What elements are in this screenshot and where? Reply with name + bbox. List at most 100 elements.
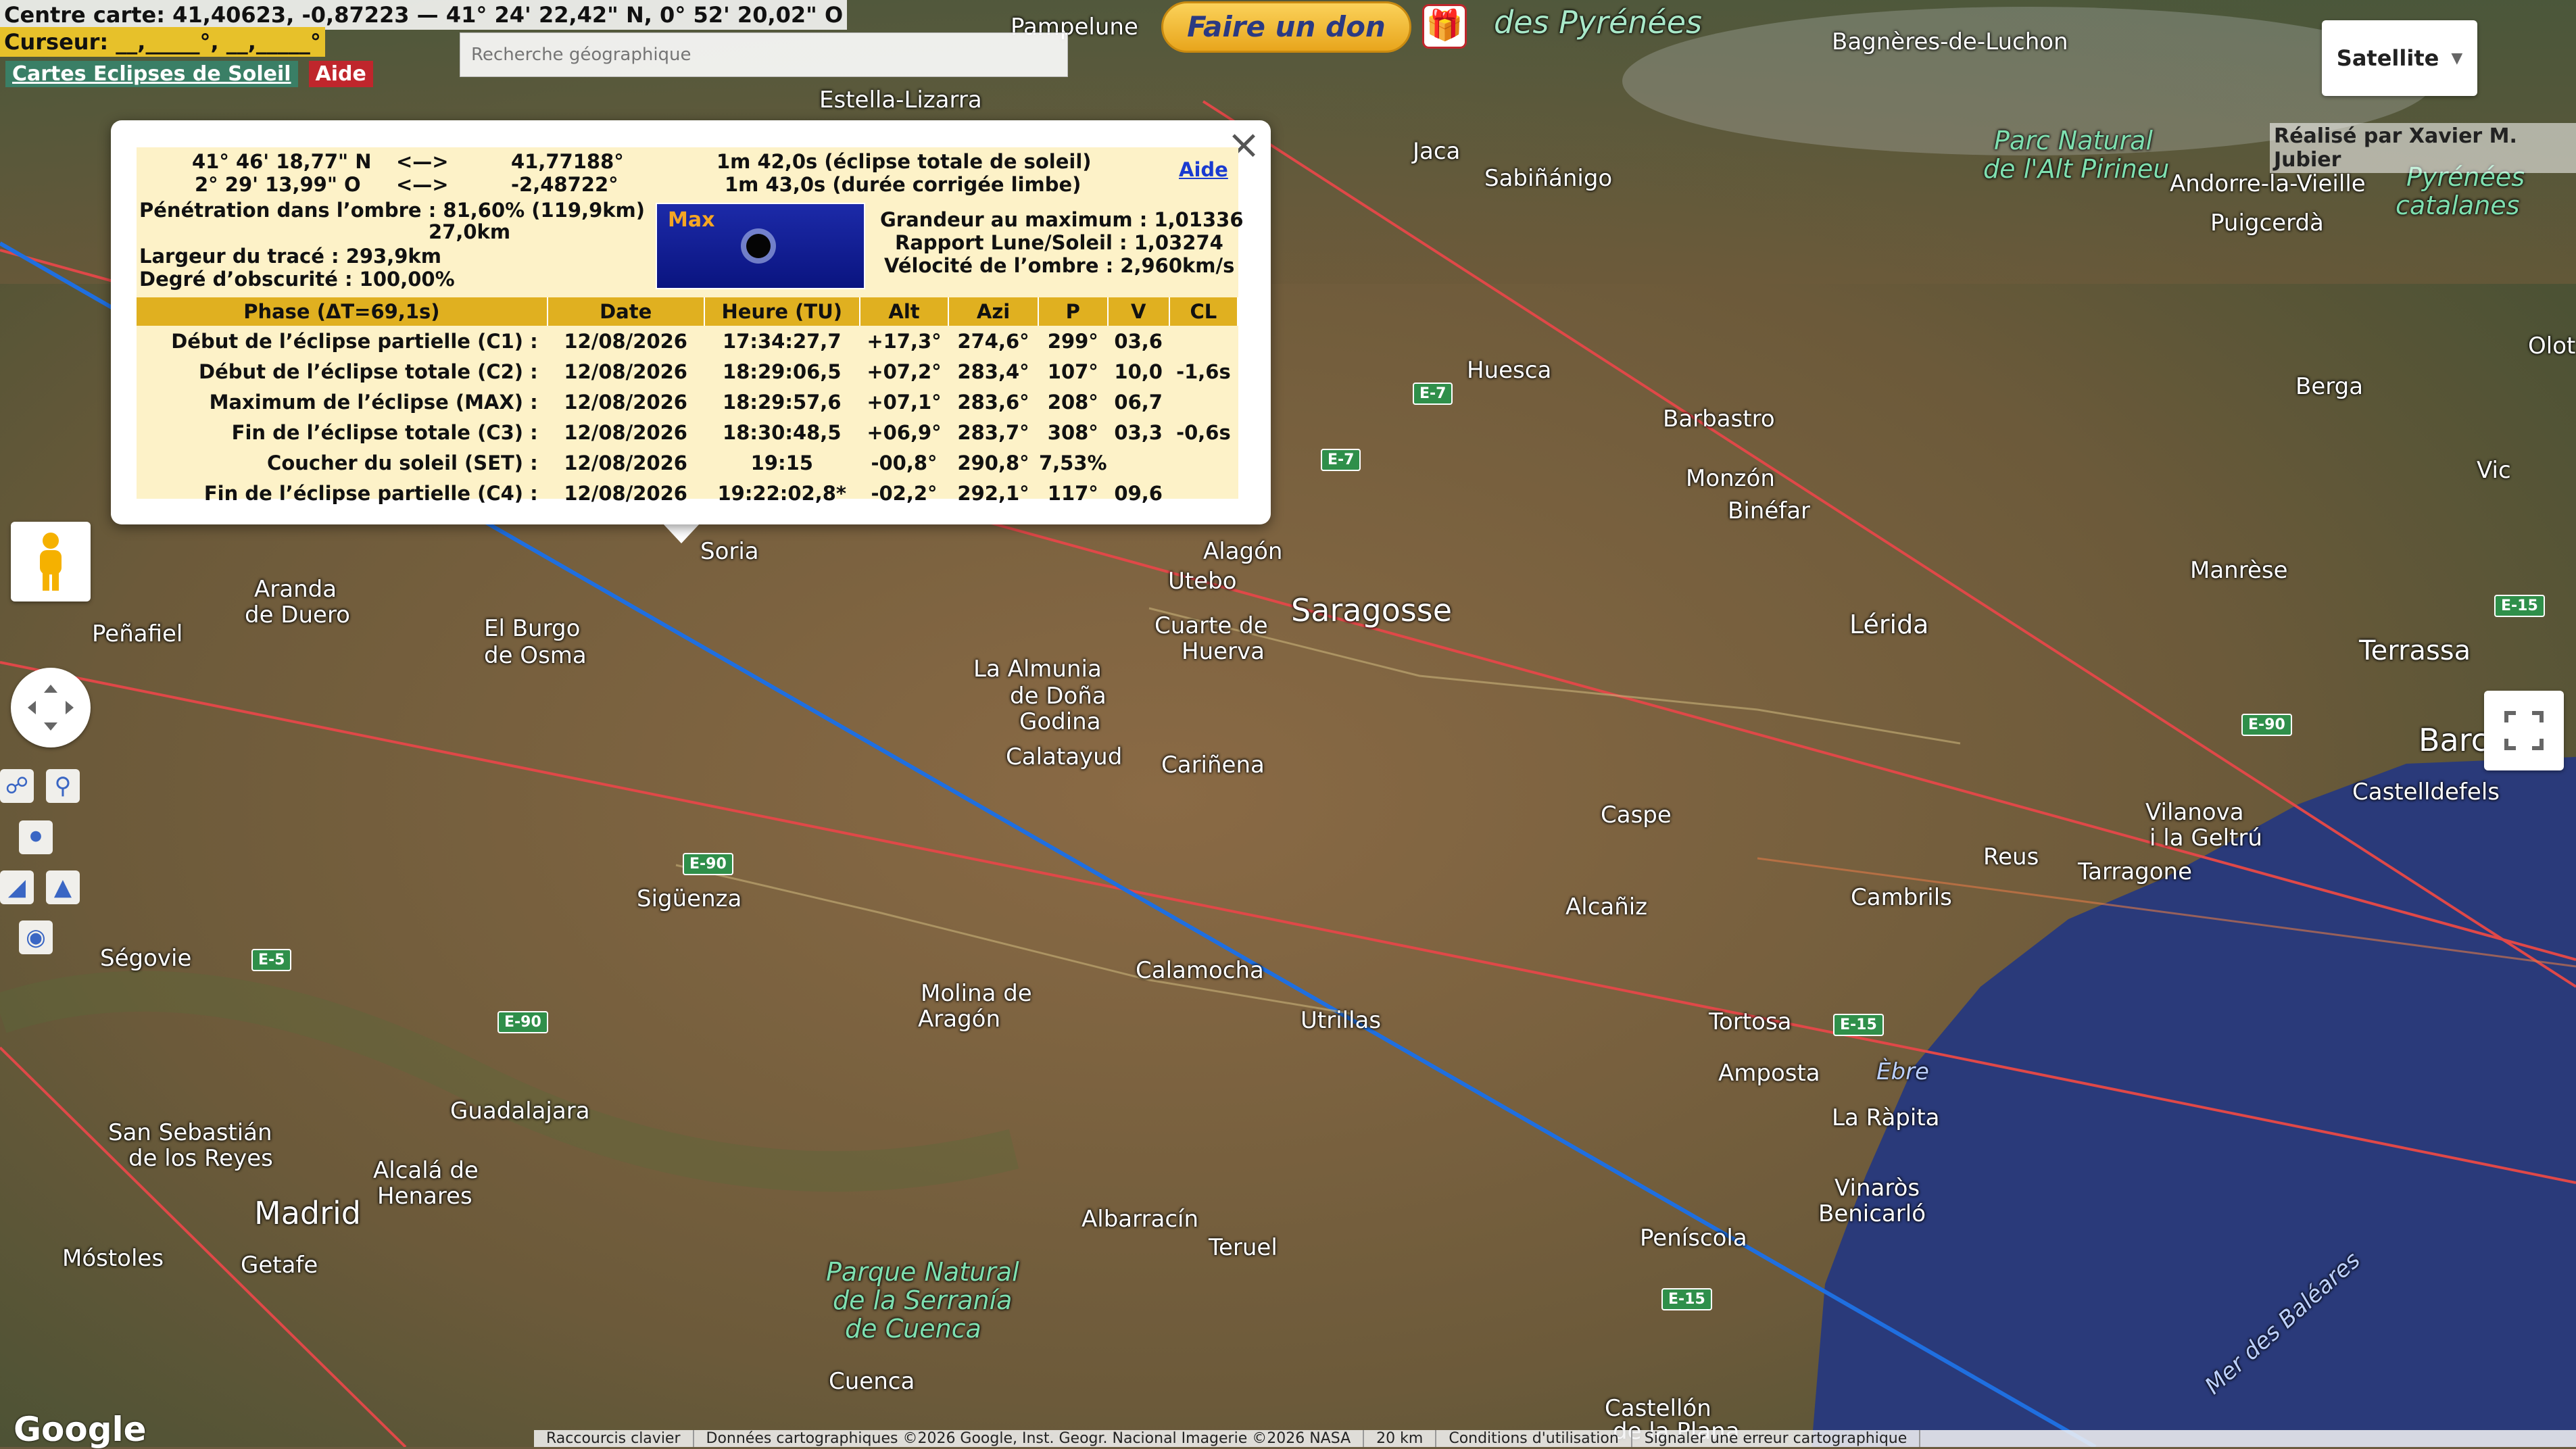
cursor-readout: Curseur: __,_____°, __,_____° (0, 27, 325, 57)
table-header-row: Phase (ΔT=69,1s) Date Heure (TU) Alt Azi… (137, 297, 1239, 326)
table-cell: 10,0 (1114, 360, 1163, 383)
park-label: de la Serranía (833, 1285, 1013, 1315)
zoom-search-icon[interactable]: ⚲ (46, 769, 80, 803)
table-cell: 12/08/2026 (564, 360, 687, 383)
table-cell: 09,6 (1114, 481, 1163, 505)
table-cell: 12/08/2026 (564, 420, 687, 444)
umbra-penetration: Pénétration dans l’ombre : 81,60% (119,9… (139, 199, 646, 222)
city-label: Peníscola (1640, 1225, 1747, 1252)
phase-name-cell: Maximum de l’éclipse (MAX) : (209, 390, 538, 414)
table-row: Fin de l’éclipse totale (C3) : 12/08/2026… (137, 417, 1238, 447)
city-label: Andorre-la-Vieille (2170, 170, 2366, 197)
city-label: Aranda (254, 576, 337, 603)
magnitude-max: Grandeur au maximum : 1,01336 (880, 208, 1244, 231)
eclipse-phases-table: Phase (ΔT=69,1s) Date Heure (TU) Alt Azi… (137, 297, 1239, 508)
donate-button[interactable]: Faire un don (1161, 1, 1411, 53)
table-cell (1108, 447, 1169, 478)
city-label: Olot (2528, 333, 2576, 360)
city-label: Teruel (1209, 1234, 1278, 1261)
table-cell: 292,1° (957, 481, 1029, 505)
terms-link[interactable]: Conditions d'utilisation (1436, 1430, 1632, 1447)
gift-icon[interactable]: 🎁 (1422, 4, 1467, 49)
city-label: Calatayud (1006, 743, 1123, 770)
park-label: de Cuenca (845, 1314, 981, 1344)
pan-control[interactable] (11, 668, 91, 747)
city-label: Tarragone (2078, 858, 2193, 885)
road-shield: E-90 (2241, 714, 2292, 736)
umbra-penetration-km: 27,0km (429, 220, 511, 243)
city-label: Ségovie (100, 945, 192, 972)
city-label: Henares (377, 1183, 472, 1210)
map-type-selector[interactable]: Satellite ▼ (2322, 20, 2477, 96)
column-header: Phase (ΔT=69,1s) (137, 297, 548, 326)
phase-name-cell: Fin de l’éclipse totale (C3) : (231, 420, 538, 444)
table-cell (1169, 478, 1238, 508)
report-error-link[interactable]: Signaler une erreur cartographique (1632, 1430, 1921, 1447)
eclipse-icon (741, 228, 776, 264)
road-shield: E-90 (683, 853, 733, 875)
table-cell: 299° (1047, 329, 1098, 353)
table-row: Début de l’éclipse totale (C2) : 12/08/20… (137, 356, 1238, 387)
city-label: Utrillas (1301, 1007, 1382, 1034)
city-label: Utebo (1168, 568, 1237, 595)
map-center-readout: Centre carte: 41,40623, -0,87223 — 41° 2… (0, 0, 848, 30)
city-label: de Osma (484, 642, 587, 669)
city-label: Vilanova (2145, 799, 2244, 826)
car-icon[interactable]: ⚫ (19, 820, 53, 854)
geographic-search-input[interactable] (460, 32, 1068, 77)
city-label: Alcañiz (1565, 893, 1648, 920)
road-shield: E-5 (251, 949, 292, 971)
table-cell: +07,1° (867, 390, 942, 414)
city-label: Guadalajara (450, 1098, 590, 1125)
popup-help-link[interactable]: Aide (1179, 158, 1228, 181)
locate-icon[interactable]: ◉ (19, 920, 53, 954)
table-cell: 107° (1047, 360, 1098, 383)
table-cell: 7,53% (1038, 451, 1107, 474)
table-cell: 283,4° (957, 360, 1029, 383)
eclipse-info-panel: 41° 46' 18,77" N 2° 29' 13,99" O <—> <—>… (137, 147, 1244, 505)
table-row: Coucher du soleil (SET) : 12/08/2026 19:15… (137, 447, 1238, 478)
phase-name-cell: Début de l’éclipse totale (C2) : (199, 360, 538, 383)
city-label: Calamocha (1136, 957, 1264, 984)
table-row: Fin de l’éclipse partielle (C4) : 12/08/2… (137, 478, 1238, 508)
table-cell: 12/08/2026 (564, 481, 687, 505)
scale-label[interactable]: 20 km (1364, 1430, 1437, 1447)
table-cell: 12/08/2026 (564, 390, 687, 414)
city-label: Saragosse (1291, 592, 1453, 629)
help-link[interactable]: Aide (308, 60, 373, 87)
table-cell: +06,9° (867, 420, 942, 444)
solar-eclipse-maps-link[interactable]: Cartes Eclipses de Soleil (5, 60, 298, 87)
city-label: Alcalá de (373, 1157, 479, 1184)
table-cell (1169, 447, 1238, 478)
elevation-icon[interactable]: ◢ (0, 870, 34, 904)
fullscreen-button[interactable] (2484, 691, 2564, 770)
table-cell: 290,8° (957, 451, 1029, 474)
city-label: Sabiñánigo (1484, 165, 1613, 192)
city-label: de Duero (245, 601, 350, 629)
fullscreen-icon (2504, 711, 2544, 750)
city-label: Vic (2477, 457, 2511, 484)
table-cell: 274,6° (957, 329, 1029, 353)
park-label: Parque Natural (826, 1257, 1019, 1287)
mountain-icon[interactable]: ▲ (46, 870, 80, 904)
city-label: La Almunia (973, 656, 1102, 683)
latitude-decimal: 41,77188° (511, 150, 624, 173)
city-label: de los Reyes (128, 1145, 273, 1172)
city-label: Amposta (1718, 1060, 1820, 1087)
globe-tool-icon[interactable]: ☍ (0, 769, 34, 803)
city-label: Barbastro (1663, 406, 1775, 433)
city-label: Getafe (241, 1252, 318, 1279)
street-view-pegman-button[interactable] (11, 522, 91, 601)
city-label: Cuenca (829, 1368, 915, 1395)
city-label: San Sebastián (108, 1119, 272, 1146)
city-label: Binéfar (1728, 497, 1811, 524)
keyboard-shortcuts-link[interactable]: Raccourcis clavier (534, 1430, 694, 1447)
city-label: Manrèse (2190, 557, 2288, 584)
city-label: Cambrils (1851, 884, 1952, 911)
table-cell: 208° (1047, 390, 1098, 414)
table-cell: 117° (1047, 481, 1098, 505)
river-label: Èbre (1876, 1058, 1929, 1085)
table-cell: 12/08/2026 (564, 329, 687, 353)
road-shield: E-90 (497, 1011, 548, 1033)
city-label: Jaca (1413, 138, 1461, 165)
